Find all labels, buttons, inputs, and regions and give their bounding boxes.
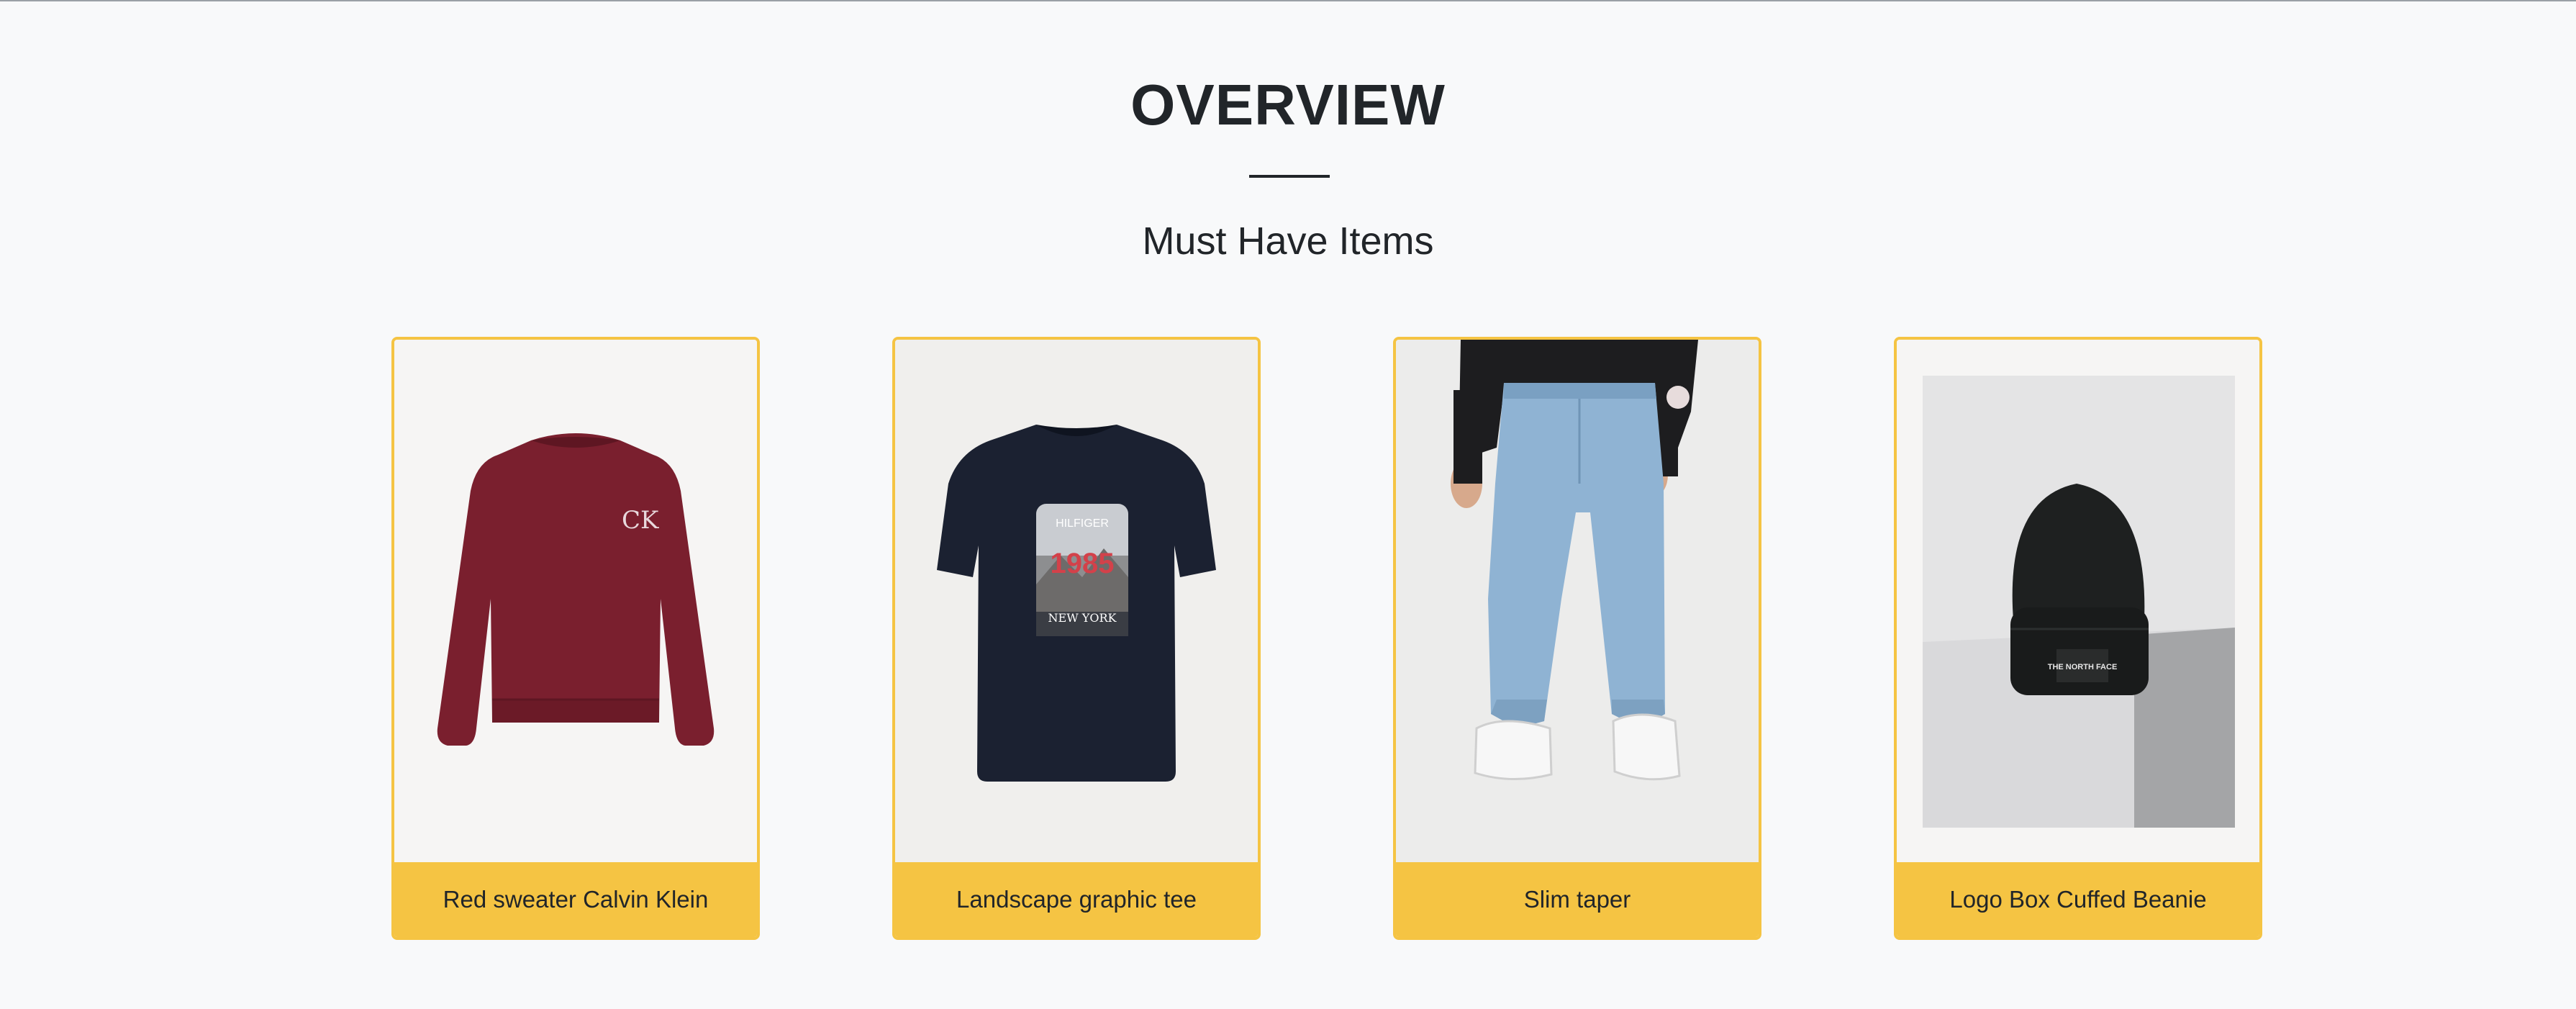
tee-brand-text: HILFIGER: [1056, 517, 1109, 530]
product-name[interactable]: Logo Box Cuffed Beanie: [1897, 862, 2259, 937]
section-subtitle: Must Have Items: [1142, 220, 1434, 263]
sweater-photo[interactable]: CK: [394, 340, 757, 865]
product-card-sweater[interactable]: CK Red sweater Calvin Klein: [391, 337, 760, 940]
beanie-photo[interactable]: THE NORTH FACE: [1897, 340, 2259, 865]
ck-logo-text: CK: [622, 506, 659, 535]
tee-city-text: NEW YORK: [1048, 611, 1117, 625]
tshirt-photo[interactable]: HILFIGER 1985 NEW YORK: [895, 340, 1258, 865]
tee-year-text: 1985: [1051, 548, 1115, 579]
product-name[interactable]: Landscape graphic tee: [895, 862, 1258, 937]
product-card-jeans[interactable]: Slim taper: [1393, 337, 1761, 940]
product-name[interactable]: Slim taper: [1396, 862, 1759, 937]
title-divider: [1249, 175, 1330, 178]
product-card-beanie[interactable]: THE NORTH FACE Logo Box Cuffed Beanie: [1894, 337, 2262, 940]
overview-section: OVERVIEW Must Have Items CK Red sweater …: [0, 0, 2576, 1009]
product-card-tee[interactable]: HILFIGER 1985 NEW YORK Landscape graphic…: [892, 337, 1261, 940]
beanie-logo-text: THE NORTH FACE: [2048, 663, 2118, 671]
product-name[interactable]: Red sweater Calvin Klein: [394, 862, 757, 937]
section-title: OVERVIEW: [1130, 73, 1446, 137]
jeans-photo[interactable]: [1396, 340, 1759, 865]
